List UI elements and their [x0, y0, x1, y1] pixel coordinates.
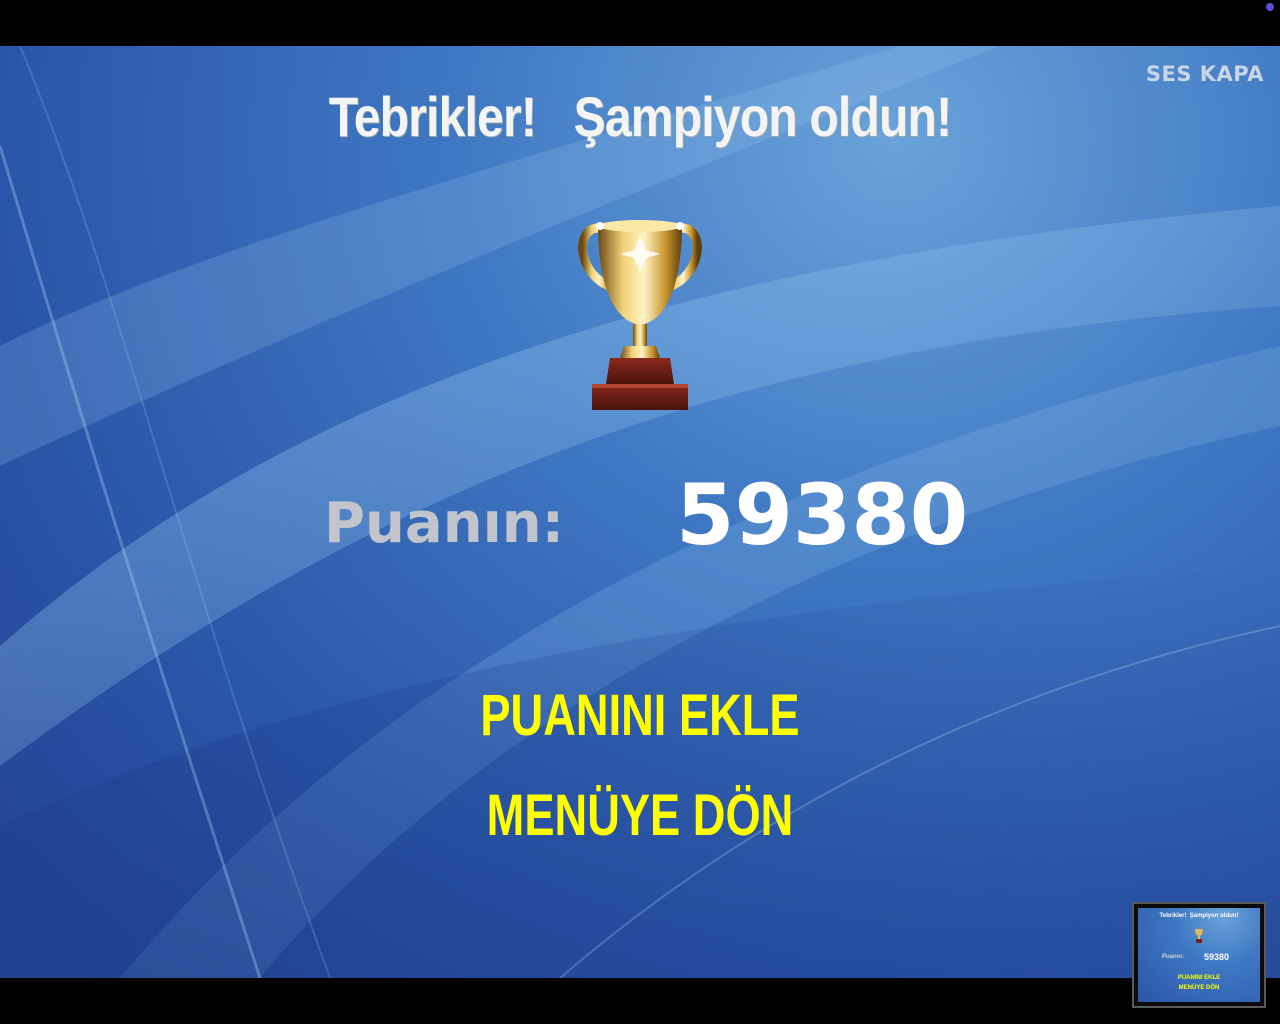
game-screen: SES KAPA Tebrikler! Şampiyon oldun! Puan…	[0, 46, 1280, 978]
thumbnail-trophy-icon	[1195, 929, 1203, 943]
top-letterbox-bar	[0, 0, 1280, 46]
thumbnail-score-label: Puanın:	[1162, 954, 1184, 960]
thumbnail-menu-label: MENÜYE DÖN	[1178, 985, 1220, 991]
return-to-menu-button[interactable]: MENÜYE DÖN	[141, 782, 1139, 849]
score-value: 59380	[676, 466, 969, 564]
mute-sound-button[interactable]: SES KAPA	[1146, 62, 1264, 86]
status-dot-icon	[1266, 3, 1274, 11]
bottom-letterbox-bar	[0, 978, 1280, 1024]
congrats-title: Tebrikler! Şampiyon oldun!	[328, 85, 952, 148]
thumbnail-title: Tebrikler! Şampiyon oldun!	[1159, 913, 1239, 919]
trophy-icon	[578, 220, 702, 410]
add-score-button[interactable]: PUANINI EKLE	[141, 682, 1139, 749]
thumbnail-add-score-label: PUANINI EKLE	[1177, 975, 1221, 981]
score-label: Puanın:	[324, 491, 565, 556]
thumbnail-preview: Tebrikler! Şampiyon oldun! Puanın: 59380…	[1138, 908, 1260, 1002]
screen-thumbnail[interactable]: Tebrikler! Şampiyon oldun! Puanın: 59380…	[1132, 902, 1266, 1008]
thumbnail-score-value: 59380	[1204, 952, 1230, 962]
